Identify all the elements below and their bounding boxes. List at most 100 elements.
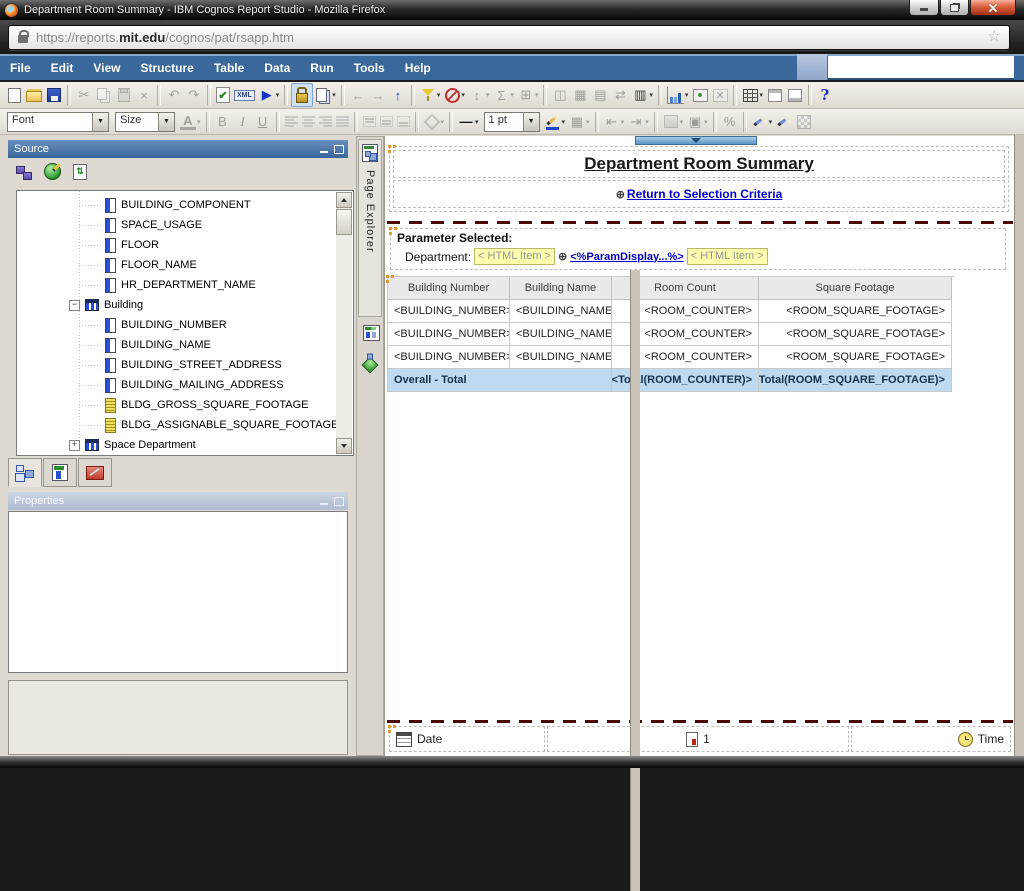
underline-button[interactable]: U (253, 111, 273, 133)
pivot-button[interactable]: ▦ (570, 84, 590, 106)
url-bar[interactable]: https://reports.mit.edu/cognos/pat/rsapp… (8, 25, 1010, 50)
decrease-indent-button[interactable]: ⇤ ▾ (602, 111, 627, 133)
lock-page-objects-button[interactable] (291, 83, 313, 107)
borders-button[interactable]: ▦ ▾ (567, 111, 592, 133)
bookmark-star-icon[interactable]: ☆ (988, 27, 1001, 45)
valign-middle-button[interactable] (378, 111, 395, 133)
valign-bottom-button[interactable] (395, 111, 412, 133)
insert-row-above-button[interactable] (765, 84, 785, 106)
line-style-button[interactable]: — ▾ (456, 111, 481, 133)
open-report-button[interactable] (24, 84, 44, 106)
table-cell[interactable]: <ROOM_SQUARE_FOOTAGE> (759, 300, 952, 323)
page-layers-button[interactable]: ▾ (313, 84, 338, 106)
align-right-button[interactable] (317, 111, 334, 133)
footer-time-block[interactable]: Time (851, 726, 1011, 752)
run-report-button[interactable]: ▶ ▾ (257, 84, 282, 106)
return-link-block[interactable]: ⊕ Return to Selection Criteria (393, 180, 1005, 208)
table-cell[interactable]: <ROOM_SQUARE_FOOTAGE> (759, 346, 952, 369)
menu-run[interactable]: Run (300, 56, 343, 80)
suppress-button[interactable]: ▾ (442, 84, 467, 106)
validate-report-button[interactable]: ✔ (214, 84, 232, 106)
tab-data-items[interactable] (43, 458, 77, 487)
pane-maximize-button[interactable] (332, 495, 345, 508)
background-color-button[interactable]: ▾ (422, 111, 447, 133)
section-button[interactable]: ◫ (550, 84, 570, 106)
undo-button[interactable]: ↶ (164, 84, 184, 106)
tab-toolbox[interactable] (78, 458, 112, 487)
menu-view[interactable]: View (83, 56, 130, 80)
total-square-footage-cell[interactable]: <Total(ROOM_SQUARE_FOOTAGE)> (759, 369, 952, 392)
tree-item-floor[interactable]: FLOOR (17, 235, 336, 255)
tree-item-building-component[interactable]: BUILDING_COMPONENT (17, 195, 336, 215)
html-item-placeholder[interactable]: < HTML Item > (474, 248, 555, 265)
view-xml-button[interactable]: XML (232, 84, 257, 106)
tree-item-bldg-assignable-square-footage[interactable]: BLDG_ASSIGNABLE_SQUARE_FOOTAGE (17, 415, 336, 435)
save-button[interactable] (44, 84, 64, 106)
time-label[interactable]: Time (978, 732, 1004, 746)
line-width-combobox[interactable]: 1 pt ▼ (484, 112, 540, 132)
table-cell[interactable]: <BUILDING_NUMBER> (388, 346, 510, 369)
menu-help[interactable]: Help (395, 56, 441, 80)
delete-button[interactable]: × (134, 84, 154, 106)
total-label-cell[interactable]: Overall - Total (388, 369, 612, 392)
column-header[interactable]: Building Name (510, 277, 612, 300)
insert-table-button[interactable]: ▾ (740, 84, 765, 106)
table-cell[interactable]: <BUILDING_NAME> (510, 323, 612, 346)
calculate-button[interactable]: ⊞ ▾ (516, 84, 541, 106)
back-button[interactable]: ← (348, 84, 368, 106)
font-color-button[interactable]: A ▾ (178, 111, 203, 133)
report-list-table[interactable]: Building Number Building Name Room Count… (387, 276, 954, 392)
restore-button[interactable] (940, 0, 969, 16)
cut-button[interactable]: ✂ (74, 84, 94, 106)
increase-indent-button[interactable]: ⇥ ▾ (626, 111, 651, 133)
new-report-button[interactable] (4, 84, 24, 106)
up-button[interactable]: ↑ (388, 84, 408, 106)
font-combobox[interactable]: Font ▼ (7, 112, 109, 132)
tree-item-building-number[interactable]: BUILDING_NUMBER (17, 315, 336, 335)
minimize-button[interactable] (909, 0, 939, 16)
return-to-selection-link[interactable]: Return to Selection Criteria (627, 187, 782, 201)
pane-minimize-button[interactable] (317, 143, 330, 156)
align-center-button[interactable] (300, 111, 317, 133)
table-cell[interactable]: <BUILDING_NAME> (510, 300, 612, 323)
tree-item-building-mailing-address[interactable]: BUILDING_MAILING_ADDRESS (17, 375, 336, 395)
menu-structure[interactable]: Structure (130, 56, 203, 80)
table-cell[interactable]: <BUILDING_NUMBER> (388, 300, 510, 323)
menu-table[interactable]: Table (204, 56, 254, 80)
splitter-grip[interactable] (635, 136, 757, 145)
tree-item-building-name[interactable]: BUILDING_NAME (17, 335, 336, 355)
column-header[interactable]: Square Footage (759, 277, 952, 300)
page-header-block[interactable]: Department Room Summary ⊕ Return to Sele… (389, 146, 1009, 212)
tab-source[interactable] (8, 458, 42, 487)
tree-expander[interactable]: − (69, 300, 80, 311)
redo-button[interactable]: ↷ (184, 84, 204, 106)
parameter-heading[interactable]: Parameter Selected: (397, 231, 999, 245)
condition-explorer-icon[interactable] (362, 357, 379, 374)
combo-dropdown-icon[interactable]: ▼ (158, 113, 174, 131)
properties-list[interactable] (8, 511, 348, 673)
tree-item-hr-department-name[interactable]: HR_DEPARTMENT_NAME (17, 275, 336, 295)
html-item-placeholder[interactable]: < HTML Item > (687, 248, 768, 265)
headers-button[interactable]: ▤ (590, 84, 610, 106)
copy-button[interactable] (94, 84, 114, 106)
valign-top-button[interactable] (361, 111, 378, 133)
tree-expander[interactable]: + (69, 440, 80, 451)
page-explorer-tab[interactable]: Page Explorer (358, 139, 382, 317)
package-icon[interactable] (44, 163, 61, 180)
tree-item-building[interactable]: − Building (17, 295, 336, 315)
column-header[interactable]: Building Number (388, 277, 510, 300)
table-cell[interactable]: <BUILDING_NAME> (510, 346, 612, 369)
report-title-block[interactable]: Department Room Summary (393, 150, 1005, 178)
menu-data[interactable]: Data (254, 56, 300, 80)
menu-edit[interactable]: Edit (41, 56, 84, 80)
conditional-style-button[interactable]: ▾ (750, 111, 775, 133)
swap-rows-columns-button[interactable]: ⇄ (610, 84, 630, 106)
filter-button[interactable]: ▾ (418, 84, 443, 106)
data-format-button[interactable]: % (720, 111, 740, 133)
summarize-button[interactable]: Σ ▾ (491, 84, 516, 106)
pane-minimize-button[interactable] (317, 495, 330, 508)
copy-style-button[interactable]: ▣ ▾ (685, 111, 710, 133)
page-number[interactable]: 1 (703, 732, 710, 746)
help-button[interactable]: ? (815, 84, 835, 106)
image-x-button[interactable] (710, 84, 730, 106)
